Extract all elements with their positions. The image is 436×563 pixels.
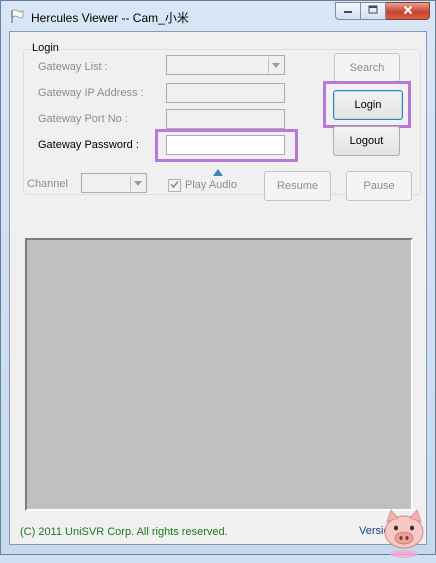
gateway-ip-input[interactable] [166,83,285,103]
gateway-list-combo[interactable] [166,55,285,75]
login-button[interactable]: Login [333,90,403,120]
flag-icon [9,8,25,24]
maximize-icon [368,5,378,17]
pause-button[interactable]: Pause [346,171,412,201]
client-area: Login Gateway List : Gateway IP Address … [9,31,427,558]
search-button-label: Search [349,61,385,74]
logout-button-label: Logout [349,135,384,147]
login-button-label: Login [354,99,382,111]
pause-button-label: Pause [363,180,395,192]
gateway-list-label: Gateway List : [38,61,108,73]
chevron-down-icon[interactable] [268,57,283,73]
pig-mascot-icon [378,500,430,560]
gateway-password-input[interactable] [166,135,285,155]
video-display-area[interactable] [25,238,413,511]
channel-label: Channel [27,178,68,190]
minimize-button[interactable] [335,2,361,20]
login-group-label: Login [30,42,61,54]
play-audio-label: Play Audio [185,179,237,191]
maximize-button[interactable] [361,2,386,20]
title-bar[interactable]: Hercules Viewer -- Cam_小米 [1,1,435,31]
close-button[interactable] [386,2,430,20]
play-audio-checkbox[interactable] [168,179,181,192]
copyright-text: (C) 2011 UniSVR Corp. All rights reserve… [20,526,228,538]
close-icon [403,5,413,18]
logout-button[interactable]: Logout [333,126,400,156]
channel-combo[interactable] [81,173,147,193]
caption-buttons [335,2,430,21]
checkmark-icon [170,180,179,192]
caret-up-icon [213,169,223,176]
resume-button-label: Resume [277,180,318,192]
window-title: Hercules Viewer -- Cam_小米 [31,11,189,25]
minimize-icon [343,5,353,17]
app-window: Hercules Viewer -- Cam_小米 Login Gateway [0,0,436,558]
gateway-password-label: Gateway Password : [38,139,139,151]
search-button[interactable]: Search [334,53,400,82]
gateway-port-input[interactable] [166,109,285,129]
chevron-down-icon[interactable] [130,175,145,191]
gateway-ip-label: Gateway IP Address : [38,87,144,99]
gateway-port-label: Gateway Port No : [38,113,128,125]
resume-button[interactable]: Resume [264,171,331,201]
